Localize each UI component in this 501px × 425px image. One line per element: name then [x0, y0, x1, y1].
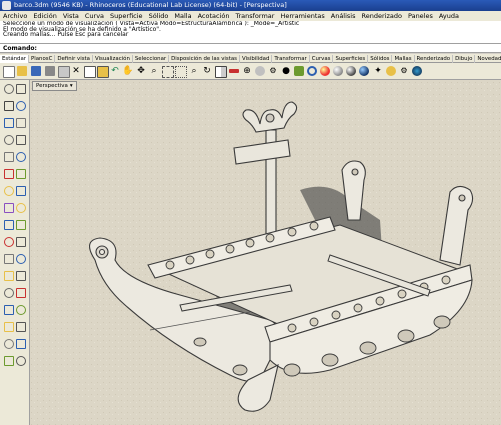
properties-icon[interactable]: [58, 66, 70, 78]
point-icon[interactable]: ●: [281, 66, 291, 76]
move-icon[interactable]: [16, 271, 26, 281]
viewport-label: Perspectiva: [36, 83, 68, 89]
sphere-icon[interactable]: [16, 186, 26, 196]
title-bar: barco.3dm (9546 KB) - Rhinoceros (Educat…: [0, 0, 501, 11]
layer-icon[interactable]: [294, 66, 304, 76]
arc-icon[interactable]: [16, 118, 26, 128]
menu-malla[interactable]: Malla: [171, 11, 194, 21]
surface-icon[interactable]: [16, 203, 26, 213]
explode-icon[interactable]: [4, 271, 14, 281]
perspective-viewport[interactable]: Perspectiva ▾: [30, 80, 501, 425]
toolbar-tabs: Estándar PlanosC Definir vista Visualizació…: [0, 54, 501, 64]
analyze-icon[interactable]: ⚙: [268, 66, 278, 76]
hatch-icon[interactable]: [16, 339, 26, 349]
offset-icon[interactable]: [16, 169, 26, 179]
zoom-icon[interactable]: ⌕: [149, 66, 159, 76]
analyze-icon[interactable]: [16, 356, 26, 366]
menu-bar: Archivo Edición Vista Curva Superficie Sólido…: [0, 11, 501, 21]
menu-paneles[interactable]: Paneles: [405, 11, 436, 21]
ellipse-icon[interactable]: [16, 135, 26, 145]
copy-icon[interactable]: [84, 66, 96, 78]
copy-icon[interactable]: [4, 288, 14, 298]
paste-icon[interactable]: [97, 66, 109, 78]
scale-icon[interactable]: [4, 305, 14, 315]
rectangle-icon[interactable]: [4, 135, 14, 145]
zoom-window-icon[interactable]: [162, 66, 174, 78]
zoom-extents-icon[interactable]: [175, 66, 187, 78]
xray-sphere-icon[interactable]: [359, 66, 369, 76]
rotate-view-icon[interactable]: ↻: [202, 66, 212, 76]
options-icon[interactable]: ⚙: [399, 66, 409, 76]
menu-analisis[interactable]: Análisis: [328, 11, 359, 21]
command-history-line: Creando mallas... Pulse Esc para cancela…: [3, 31, 129, 39]
polyline-icon[interactable]: [4, 101, 14, 111]
freeform-icon[interactable]: [16, 152, 26, 162]
new-file-icon[interactable]: [3, 66, 15, 78]
menu-transformar[interactable]: Transformar: [232, 11, 277, 21]
split-icon[interactable]: [16, 237, 26, 247]
menu-vista[interactable]: Vista: [60, 11, 82, 21]
menu-acotacion[interactable]: Acotación: [195, 11, 233, 21]
menu-solido[interactable]: Sólido: [146, 11, 172, 21]
menu-herramientas[interactable]: Herramientas: [277, 11, 327, 21]
menu-renderizado[interactable]: Renderizado: [359, 11, 405, 21]
boat-model: [30, 80, 501, 425]
cylinder-icon[interactable]: [4, 203, 14, 213]
boolean-icon[interactable]: [4, 237, 14, 247]
undo-icon[interactable]: ↶: [110, 66, 120, 76]
pan-hand-icon[interactable]: ✋: [122, 66, 133, 76]
rendered-sphere-icon[interactable]: [333, 66, 343, 76]
four-viewports-icon[interactable]: [215, 66, 227, 78]
mesh-icon[interactable]: [4, 356, 14, 366]
wireframe-sphere-icon[interactable]: [307, 66, 317, 76]
zoom-selected-icon[interactable]: ⌕: [189, 66, 199, 76]
join-icon[interactable]: [16, 254, 26, 264]
mirror-icon[interactable]: [16, 305, 26, 315]
left-toolbar: [0, 80, 30, 425]
menu-ayuda[interactable]: Ayuda: [436, 11, 462, 21]
curve-icon[interactable]: [16, 101, 26, 111]
snap-icon[interactable]: ⊕: [242, 66, 252, 76]
construction-plane-icon[interactable]: [229, 69, 239, 73]
command-history: Seleccione un modo de visualización ( Vi…: [0, 21, 501, 43]
circle-icon[interactable]: [4, 118, 14, 128]
polygon-icon[interactable]: [4, 152, 14, 162]
print-icon[interactable]: [45, 66, 55, 76]
fillet-icon[interactable]: [4, 169, 14, 179]
text-icon[interactable]: [4, 339, 14, 349]
box-icon[interactable]: [4, 186, 14, 196]
render-icon[interactable]: [386, 66, 396, 76]
array-icon[interactable]: [4, 322, 14, 332]
command-input[interactable]: Comando:: [0, 43, 501, 53]
viewport-tab[interactable]: Perspectiva ▾: [32, 81, 77, 91]
menu-superficie[interactable]: Superficie: [107, 11, 146, 21]
standard-toolbar: ✕ ↶ ✋ ✥ ⌕ ⌕ ↻ ⊕ ⚙ ● ✦ ⚙: [0, 63, 501, 80]
window-title: barco.3dm (9546 KB) - Rhinoceros (Educat…: [14, 1, 287, 9]
move-icon[interactable]: ✥: [136, 66, 146, 76]
dimension-icon[interactable]: [16, 322, 26, 332]
light-icon[interactable]: ✦: [373, 66, 383, 76]
ghosted-sphere-icon[interactable]: [346, 66, 356, 76]
menu-edicion[interactable]: Edición: [30, 11, 60, 21]
save-icon[interactable]: [31, 66, 41, 76]
point-icon[interactable]: [16, 84, 26, 94]
loft-icon[interactable]: [16, 220, 26, 230]
shaded-sphere-icon[interactable]: [320, 66, 330, 76]
rotate-icon[interactable]: [16, 288, 26, 298]
extrude-icon[interactable]: [4, 220, 14, 230]
cut-icon[interactable]: ✕: [71, 66, 81, 76]
trim-icon[interactable]: [4, 254, 14, 264]
open-folder-icon[interactable]: [17, 66, 27, 76]
command-prompt: Comando:: [3, 45, 37, 52]
chevron-down-icon[interactable]: ▾: [70, 82, 73, 90]
menu-curva[interactable]: Curva: [82, 11, 107, 21]
select-arrow-icon[interactable]: [4, 84, 14, 94]
select-icon[interactable]: [255, 66, 265, 76]
help-icon[interactable]: [412, 66, 422, 76]
rhino-app-icon: [2, 1, 11, 10]
menu-archivo[interactable]: Archivo: [0, 11, 30, 21]
